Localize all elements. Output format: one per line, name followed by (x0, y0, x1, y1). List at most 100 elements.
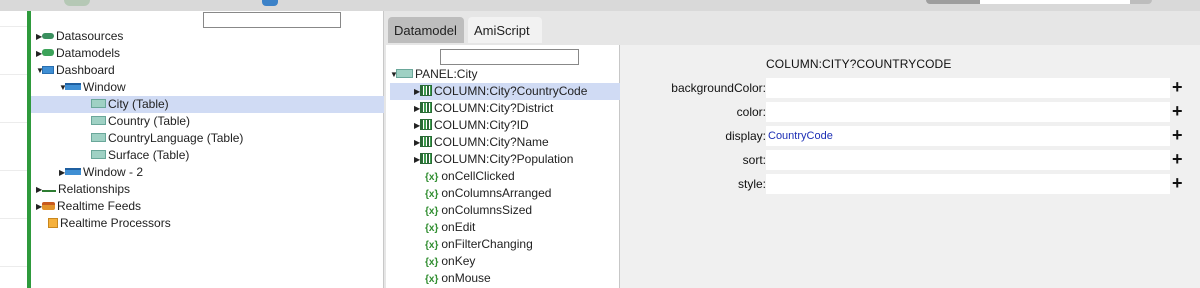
function-icon: {x} (425, 172, 439, 183)
tree-item-label: Realtime Processors (60, 216, 171, 230)
tree-search-input[interactable] (203, 12, 341, 28)
tree-item-label: Country (Table) (108, 114, 191, 128)
function-icon: {x} (425, 240, 439, 251)
toolbar-search-field[interactable] (980, 0, 1130, 4)
tree-panel-empty-area (31, 233, 384, 288)
tree-item-realtime-processors[interactable]: Realtime Processors (31, 215, 399, 232)
feed-icon (42, 201, 55, 210)
tree-item-label: Datasources (56, 29, 124, 43)
table-icon (91, 99, 106, 109)
member-item-label: COLUMN:City?ID (434, 118, 529, 132)
member-item-callback[interactable]: {x} onKey (390, 253, 620, 270)
member-item-label: COLUMN:City?CountryCode (434, 84, 588, 98)
property-value-field[interactable] (766, 78, 1170, 98)
tree-item-datamodels[interactable]: ▶ Datamodels (31, 45, 387, 62)
tree-item-label: Dashboard (56, 63, 115, 77)
property-row: sort: + (620, 149, 1200, 170)
member-item-callback[interactable]: {x} onColumnsArranged (390, 185, 620, 202)
property-value-field[interactable] (766, 150, 1170, 170)
function-icon: {x} (425, 189, 439, 200)
add-icon[interactable]: + (1172, 149, 1183, 169)
tree-item-label: Window (83, 80, 126, 94)
properties-panel: COLUMN:CITY?COUNTRYCODE backgroundColor:… (620, 45, 1200, 288)
table-icon (91, 116, 106, 126)
member-item-column[interactable]: ▶ COLUMN:City?Name (390, 134, 620, 151)
member-item-column[interactable]: ▶ COLUMN:City?ID (390, 117, 620, 134)
dashboard-tree-panel: ▶ Datasources ▶ Datamodels ▼ Dashboard ▼ Win… (31, 11, 442, 233)
tree-item-label: Relationships (58, 182, 131, 196)
member-item-label: onColumnsArranged (441, 186, 552, 200)
property-row: style: + (620, 173, 1200, 194)
add-icon[interactable]: + (1172, 173, 1183, 193)
tree-item-dashboard[interactable]: ▼ Dashboard (31, 62, 387, 79)
member-item-callback[interactable]: {x} onCellClicked (390, 168, 620, 185)
member-item-column[interactable]: ▶ COLUMN:City?District (390, 100, 620, 117)
property-row: display: CountryCode + (620, 125, 1200, 146)
member-item-label: onEdit (441, 220, 476, 234)
column-icon (420, 119, 432, 131)
property-label: backgroundColor: (671, 81, 766, 95)
relationship-icon (42, 186, 56, 192)
tree-item-window-2[interactable]: ▶ Window - 2 (31, 164, 410, 181)
tree-item-country-table[interactable]: Country (Table) (31, 113, 442, 130)
tree-item-relationships[interactable]: ▶ Relationships (31, 181, 387, 198)
tree-item-surface-table[interactable]: Surface (Table) (31, 147, 442, 164)
tree-item-window[interactable]: ▼ Window (31, 79, 410, 96)
member-item-label: onMouse (441, 271, 491, 285)
gutter-line (0, 218, 27, 219)
tree-item-city-table[interactable]: City (Table) (31, 96, 442, 113)
column-icon (420, 85, 432, 97)
window-icon (65, 168, 81, 176)
tab-amiscript[interactable]: AmiScript (468, 17, 542, 43)
table-icon (91, 133, 106, 143)
add-icon[interactable]: + (1172, 77, 1183, 97)
member-item-column[interactable]: ▶ COLUMN:City?Population (390, 151, 620, 168)
member-item-callback[interactable]: {x} onEdit (390, 219, 620, 236)
member-item-label: onColumnsSized (441, 203, 533, 217)
gutter-line (0, 170, 27, 171)
toolbar-button-icon[interactable] (262, 0, 278, 6)
gutter-line (0, 266, 27, 267)
property-row: backgroundColor: + (620, 77, 1200, 98)
left-gutter (0, 11, 28, 288)
gutter-line (0, 26, 27, 27)
member-item-label: onCellClicked (441, 169, 515, 183)
member-item-panel[interactable]: ▼ PANEL:City (390, 66, 616, 83)
column-icon (420, 153, 432, 165)
member-item-label: COLUMN:City?Name (434, 135, 549, 149)
member-item-callback[interactable]: {x} onColumnsSized (390, 202, 620, 219)
member-item-label: onKey (441, 254, 476, 268)
member-item-label: onFilterChanging (441, 237, 533, 251)
gutter-line (0, 74, 27, 75)
member-item-label: COLUMN:City?Population (434, 152, 574, 166)
member-search-input[interactable] (440, 49, 579, 65)
function-icon: {x} (425, 274, 439, 285)
processor-icon (48, 217, 58, 228)
add-icon[interactable]: + (1172, 101, 1183, 121)
property-value-field[interactable]: CountryCode (766, 126, 1170, 146)
add-icon[interactable]: + (1172, 125, 1183, 145)
column-icon (420, 102, 432, 114)
top-toolbar (0, 0, 1200, 11)
tree-item-countrylanguage-table[interactable]: CountryLanguage (Table) (31, 130, 442, 147)
tree-item-realtime-feeds[interactable]: ▶ Realtime Feeds (31, 198, 387, 215)
member-tree-panel: ▼ PANEL:City ▶ COLUMN:City?CountryCode ▶ CO… (386, 45, 620, 288)
tab-datamodel[interactable]: Datamodel (388, 17, 464, 43)
property-label: sort: (742, 153, 766, 167)
property-label: color: (736, 105, 766, 119)
tree-item-label: Datamodels (56, 46, 121, 60)
tree-item-label: Realtime Feeds (57, 199, 142, 213)
member-item-callback[interactable]: {x} onFilterChanging (390, 236, 620, 253)
toolbar-segment-end[interactable] (1130, 0, 1152, 4)
datamodel-icon (42, 49, 54, 57)
tree-item-datasources[interactable]: ▶ Datasources (31, 28, 387, 45)
panel-icon (396, 69, 413, 79)
property-label: display: (725, 129, 766, 143)
member-item-column[interactable]: ▶ COLUMN:City?CountryCode (390, 83, 620, 100)
property-value-field[interactable] (766, 102, 1170, 122)
property-value-field[interactable] (766, 174, 1170, 194)
tree-item-label: Window - 2 (83, 165, 144, 179)
member-item-callback[interactable]: {x} onMouse (390, 270, 620, 287)
toolbar-segment[interactable] (926, 0, 980, 4)
properties-title: COLUMN:CITY?COUNTRYCODE (766, 57, 952, 71)
